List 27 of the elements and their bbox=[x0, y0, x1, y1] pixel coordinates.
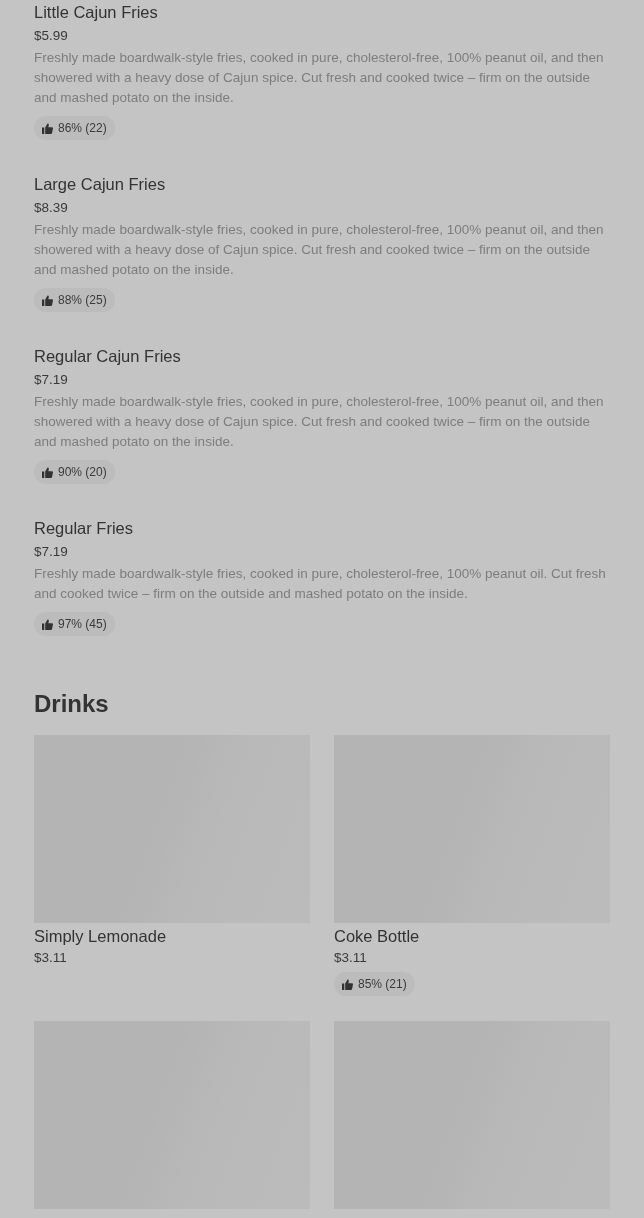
item-description: Freshly made boardwalk-style fries, cooked in pure, cholesterol-free, 100% peanut oil, and then showered with a heavy dose of Cajun spice. Cut fresh and cooked twice – firm on the outside and mashed potato on the inside. bbox=[34, 49, 605, 107]
item-price: $3.11 bbox=[34, 949, 68, 967]
item-price: $5.99 bbox=[34, 27, 69, 45]
rating-text: 90% (20) bbox=[58, 464, 107, 481]
thumbs-up-icon bbox=[342, 978, 353, 990]
section-heading: Drinks bbox=[34, 689, 110, 719]
thumbs-up-icon bbox=[42, 122, 53, 134]
rating-text: 97% (45) bbox=[58, 616, 107, 633]
rating-text: 88% (25) bbox=[58, 292, 107, 309]
item-price: $7.19 bbox=[34, 543, 69, 561]
item-name: Regular Fries bbox=[34, 518, 135, 539]
item-description: Freshly made boardwalk-style fries, cooked in pure, cholesterol-free, 100% peanut oil. Cut fresh and cooked twice – firm on the outside and mashed potato on the inside. bbox=[34, 565, 607, 603]
thumbs-up-icon bbox=[42, 294, 53, 306]
item-name: Large Cajun Fries bbox=[34, 174, 167, 195]
item-price: $7.19 bbox=[34, 371, 69, 389]
thumbs-up-icon bbox=[42, 466, 53, 478]
item-description: Freshly made boardwalk-style fries, cooked in pure, cholesterol-free, 100% peanut oil, and then showered with a heavy dose of Cajun spice. Cut fresh and cooked twice – firm on the outside and mashed potato on the inside. bbox=[34, 221, 605, 279]
rating-text: 85% (21) bbox=[358, 976, 407, 993]
item-name: Coke Bottle bbox=[334, 926, 421, 947]
item-name: Simply Lemonade bbox=[34, 926, 168, 947]
thumbs-up-icon bbox=[42, 618, 53, 630]
item-price: $8.39 bbox=[34, 199, 69, 217]
rating-text: 86% (22) bbox=[58, 120, 107, 137]
item-description: Freshly made boardwalk-style fries, cooked in pure, cholesterol-free, 100% peanut oil, and then showered with a heavy dose of Cajun spice. Cut fresh and cooked twice – firm on the outside and mashed potato on the inside. bbox=[34, 393, 605, 451]
item-name: Regular Cajun Fries bbox=[34, 346, 182, 367]
item-name: Little Cajun Fries bbox=[34, 2, 159, 23]
item-price: $3.11 bbox=[334, 949, 368, 967]
